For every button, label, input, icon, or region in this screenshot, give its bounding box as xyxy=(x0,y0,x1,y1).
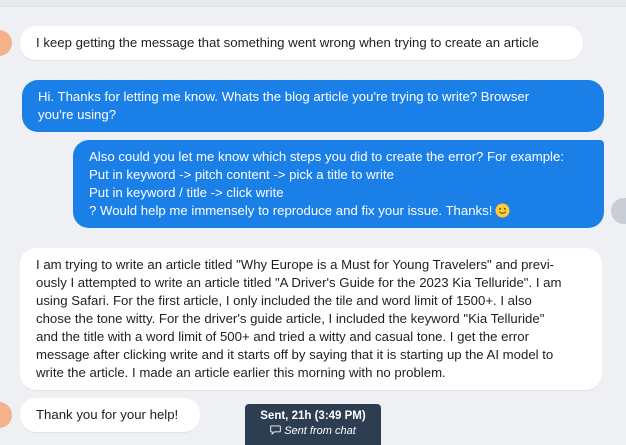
message-text: ? Would help me immensely to reproduce a… xyxy=(89,202,588,220)
slightly-smiling-face-icon xyxy=(495,203,510,218)
message-text: Also could you let me know which steps y… xyxy=(89,149,564,164)
sent-time-label: Sent, 21h (3:49 PM) xyxy=(260,410,366,422)
message-text: I am trying to write an article titled "… xyxy=(36,257,555,272)
message-text: Thank you for your help! xyxy=(36,407,179,422)
message-text: message after clicking write and it star… xyxy=(36,347,554,362)
agent-message: Also could you let me know which steps y… xyxy=(73,140,604,228)
chat-thread: I keep getting the message that somethin… xyxy=(0,0,626,445)
message-text: chose the tone witty. For the driver's g… xyxy=(36,311,545,326)
user-avatar xyxy=(0,402,12,428)
user-message: Thank you for your help! xyxy=(20,398,200,432)
user-message: I keep getting the message that somethin… xyxy=(20,26,583,60)
agent-avatar xyxy=(611,198,626,224)
message-text: Put in keyword -> pitch content -> pick … xyxy=(89,167,394,182)
message-text: write the article. I made an article ear… xyxy=(36,365,446,380)
message-text: and the title with a word limit of 500+ … xyxy=(36,329,529,344)
sent-via-label: Sent from chat xyxy=(245,425,381,437)
chat-bubble-icon xyxy=(270,425,281,435)
message-text: using Safari. For the first article, I o… xyxy=(36,293,532,308)
message-text: you're using? xyxy=(38,107,117,122)
message-text: I keep getting the message that somethin… xyxy=(36,35,539,50)
agent-message: Hi. Thanks for letting me know. Whats th… xyxy=(22,80,604,132)
message-text: Hi. Thanks for letting me know. Whats th… xyxy=(38,89,530,104)
thread-top-divider xyxy=(0,0,626,7)
user-message: I am trying to write an article titled "… xyxy=(20,248,602,390)
user-avatar xyxy=(0,30,12,56)
message-text: ously I attempted to write an article ti… xyxy=(36,275,562,290)
sent-time-tooltip: Sent, 21h (3:49 PM) Sent from chat xyxy=(245,404,381,445)
message-text: Put in keyword / title -> click write xyxy=(89,185,284,200)
